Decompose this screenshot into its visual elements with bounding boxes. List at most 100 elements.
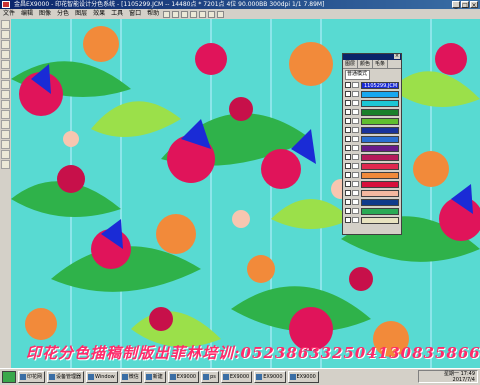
line-tool-icon[interactable] — [1, 110, 10, 119]
taskbar-item[interactable]: Window — [86, 371, 118, 383]
visibility-checkbox[interactable] — [345, 199, 351, 205]
color-swatch[interactable] — [361, 180, 399, 188]
color-swatch[interactable] — [361, 99, 399, 107]
open-file-icon[interactable] — [172, 10, 180, 18]
swatch-row[interactable] — [345, 207, 399, 215]
pen-tool-icon[interactable] — [1, 60, 10, 69]
color-swatch[interactable] — [361, 90, 399, 98]
visibility-checkbox[interactable] — [345, 82, 351, 88]
menu-edit[interactable]: 编辑 — [18, 9, 36, 19]
menu-effects[interactable]: 效果 — [90, 9, 108, 19]
taskbar-item[interactable]: ps — [201, 371, 219, 383]
eraser-tool-icon[interactable] — [1, 80, 10, 89]
tab-layers[interactable]: 图层 — [343, 60, 359, 68]
lock-checkbox[interactable] — [352, 145, 359, 151]
menu-tools[interactable]: 工具 — [108, 9, 126, 19]
menu-help[interactable]: 帮助 — [144, 9, 162, 19]
visibility-checkbox[interactable] — [345, 145, 351, 151]
lock-checkbox[interactable] — [352, 181, 359, 187]
swatch-row[interactable] — [345, 135, 399, 143]
swatch-row[interactable] — [345, 153, 399, 161]
visibility-checkbox[interactable] — [345, 109, 351, 115]
menu-file[interactable]: 文件 — [0, 9, 18, 19]
minimize-button[interactable]: _ — [452, 1, 460, 9]
visibility-checkbox[interactable] — [345, 190, 351, 196]
swatch-row[interactable] — [345, 126, 399, 134]
magic-wand-icon[interactable] — [1, 50, 10, 59]
lock-checkbox[interactable] — [352, 190, 359, 196]
swatch-row[interactable] — [345, 189, 399, 197]
color-swatch[interactable] — [361, 117, 399, 125]
color-palette-panel[interactable]: × 图层 颜色 毛条 普通模式 1105299.JCM — [342, 53, 402, 235]
visibility-checkbox[interactable] — [345, 100, 351, 106]
swatch-row[interactable] — [345, 90, 399, 98]
taskbar-item[interactable]: EX9000 — [287, 371, 319, 383]
rect-tool-icon[interactable] — [1, 120, 10, 129]
taskbar-item[interactable]: EX9000 — [254, 371, 286, 383]
maximize-button[interactable]: □ — [461, 1, 469, 9]
blend-mode-select[interactable]: 普通模式 — [345, 70, 370, 80]
tab-colors[interactable]: 颜色 — [358, 60, 374, 68]
tab-texture[interactable]: 毛条 — [373, 60, 389, 68]
eyedropper-icon[interactable] — [1, 100, 10, 109]
color-swatch[interactable] — [361, 216, 399, 224]
redo-icon[interactable] — [199, 10, 207, 18]
swatch-row[interactable] — [345, 108, 399, 116]
lasso-tool-icon[interactable] — [1, 40, 10, 49]
select-tool-icon[interactable] — [1, 20, 10, 29]
menu-separation[interactable]: 分色 — [54, 9, 72, 19]
swatch-row[interactable] — [345, 171, 399, 179]
text-tool-icon[interactable] — [1, 140, 10, 149]
visibility-checkbox[interactable] — [345, 91, 351, 97]
close-icon[interactable]: × — [394, 54, 400, 59]
visibility-checkbox[interactable] — [345, 127, 351, 133]
ellipse-tool-icon[interactable] — [1, 130, 10, 139]
fill-tool-icon[interactable] — [1, 90, 10, 99]
lock-checkbox[interactable] — [352, 199, 359, 205]
brush-tool-icon[interactable] — [1, 70, 10, 79]
lock-checkbox[interactable] — [352, 82, 359, 88]
taskbar-item[interactable]: 设备管理器 — [47, 371, 85, 383]
menu-window[interactable]: 窗口 — [126, 9, 144, 19]
swatch-row[interactable] — [345, 162, 399, 170]
color-swatch[interactable] — [361, 135, 399, 143]
zoom-tool-icon[interactable] — [1, 160, 10, 169]
taskbar-item[interactable]: 印花网 — [18, 371, 46, 383]
menu-image[interactable]: 图像 — [36, 9, 54, 19]
lock-checkbox[interactable] — [352, 100, 359, 106]
lock-checkbox[interactable] — [352, 109, 359, 115]
color-swatch[interactable]: 1105299.JCM — [361, 81, 399, 89]
zoom-in-icon[interactable] — [208, 10, 216, 18]
color-swatch[interactable] — [361, 108, 399, 116]
color-swatch[interactable] — [361, 207, 399, 215]
zoom-out-icon[interactable] — [217, 10, 225, 18]
color-swatch[interactable] — [361, 126, 399, 134]
swatch-row[interactable] — [345, 216, 399, 224]
move-tool-icon[interactable] — [1, 30, 10, 39]
visibility-checkbox[interactable] — [345, 118, 351, 124]
taskbar-item[interactable]: EX9000 — [220, 371, 253, 383]
lock-checkbox[interactable] — [352, 91, 359, 97]
new-file-icon[interactable] — [163, 10, 171, 18]
start-button[interactable] — [2, 371, 16, 383]
lock-checkbox[interactable] — [352, 217, 359, 223]
visibility-checkbox[interactable] — [345, 154, 351, 160]
color-swatch[interactable] — [361, 153, 399, 161]
color-swatch[interactable] — [361, 162, 399, 170]
hand-tool-icon[interactable] — [1, 150, 10, 159]
color-swatch[interactable] — [361, 171, 399, 179]
swatch-row[interactable] — [345, 144, 399, 152]
swatch-row[interactable] — [345, 117, 399, 125]
lock-checkbox[interactable] — [352, 163, 359, 169]
menu-layer[interactable]: 图层 — [72, 9, 90, 19]
swatch-row[interactable] — [345, 198, 399, 206]
lock-checkbox[interactable] — [352, 127, 359, 133]
swatch-row[interactable] — [345, 99, 399, 107]
taskbar-item[interactable]: 新建 — [143, 371, 166, 383]
lock-checkbox[interactable] — [352, 154, 359, 160]
visibility-checkbox[interactable] — [345, 217, 351, 223]
lock-checkbox[interactable] — [352, 136, 359, 142]
lock-checkbox[interactable] — [352, 172, 359, 178]
taskbar-item[interactable]: 微信 — [119, 371, 142, 383]
taskbar-item[interactable]: EX9000 — [167, 371, 200, 383]
